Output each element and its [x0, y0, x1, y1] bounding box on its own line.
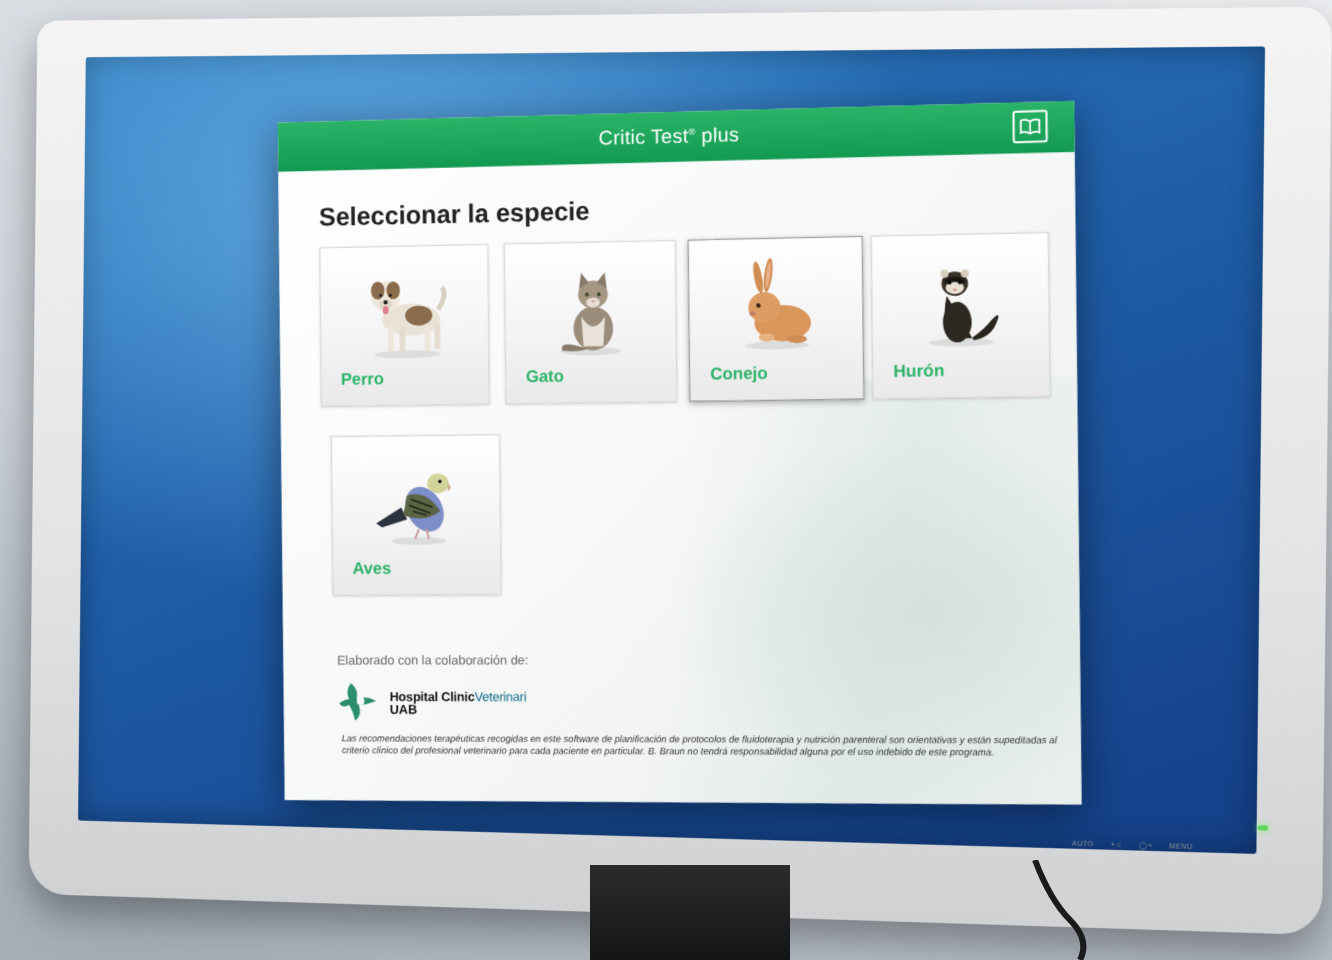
hospital-name-line2: UAB [389, 701, 418, 717]
monitor-button-brightness[interactable]: +☼ [1110, 842, 1122, 849]
dog-icon [370, 259, 454, 359]
app-title: Critic Test® plus [598, 124, 739, 151]
app-title-suffix: plus [695, 123, 740, 147]
species-label-perro: Perro [340, 369, 384, 389]
hospital-name-veterinari: Veterinari [474, 688, 527, 704]
app-window: Critic Test® plus Seleccionar la especie [277, 100, 1082, 805]
rabbit-icon [744, 257, 812, 350]
monitor-screen: Critic Test® plus Seleccionar la especie [78, 46, 1266, 854]
species-label-aves: Aves [352, 558, 392, 578]
bird-icon [376, 473, 452, 546]
cat-icon [561, 272, 622, 356]
collaboration-heading: Elaborado con la colaboración de: [337, 652, 529, 668]
monitor-cable [1032, 860, 1087, 960]
monitor-bezel: Critic Test® plus Seleccionar la especie [28, 6, 1332, 936]
species-card-aves[interactable]: Aves [330, 434, 502, 596]
manual-button[interactable] [1012, 109, 1048, 144]
species-label-gato: Gato [525, 366, 565, 387]
species-card-conejo[interactable]: Conejo [687, 235, 865, 402]
species-card-perro[interactable]: Perro [319, 243, 490, 407]
ferret-icon [928, 269, 999, 347]
monitor-stand [590, 865, 790, 960]
disclaimer-text: Las recomendaciones terapéuticas recogid… [341, 733, 1057, 759]
app-title-main: Critic Test [598, 124, 689, 150]
cross-logo-icon [339, 683, 377, 721]
species-card-huron[interactable]: Hurón [870, 231, 1051, 400]
hospital-name: Hospital ClinicVeterinari UAB [389, 688, 527, 717]
monitor-button-auto[interactable]: AUTO [1072, 841, 1094, 849]
hospital-logo: Hospital ClinicVeterinari UAB [337, 678, 526, 726]
page-title: Seleccionar la especie [318, 195, 590, 232]
monitor-button-input[interactable]: ◯+ [1139, 841, 1153, 850]
power-led [1257, 825, 1269, 831]
species-card-gato[interactable]: Gato [503, 239, 678, 405]
book-icon [1019, 117, 1042, 136]
species-label-conejo: Conejo [709, 363, 768, 384]
species-label-huron: Hurón [893, 360, 945, 381]
monitor-button-menu[interactable]: MENU [1169, 843, 1193, 851]
